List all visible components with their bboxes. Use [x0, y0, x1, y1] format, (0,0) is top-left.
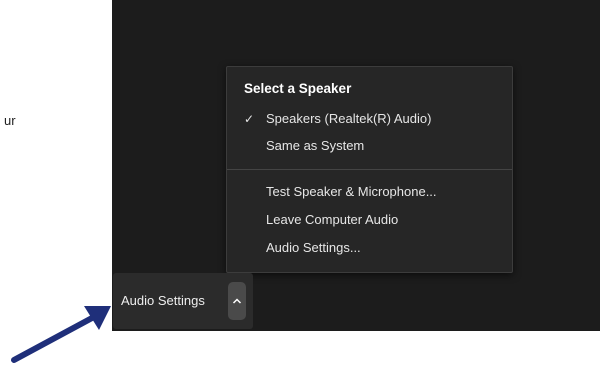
annotation-arrow — [11, 306, 111, 363]
page: ur Select a Speaker ✓ Speakers (Realtek(… — [0, 0, 600, 368]
